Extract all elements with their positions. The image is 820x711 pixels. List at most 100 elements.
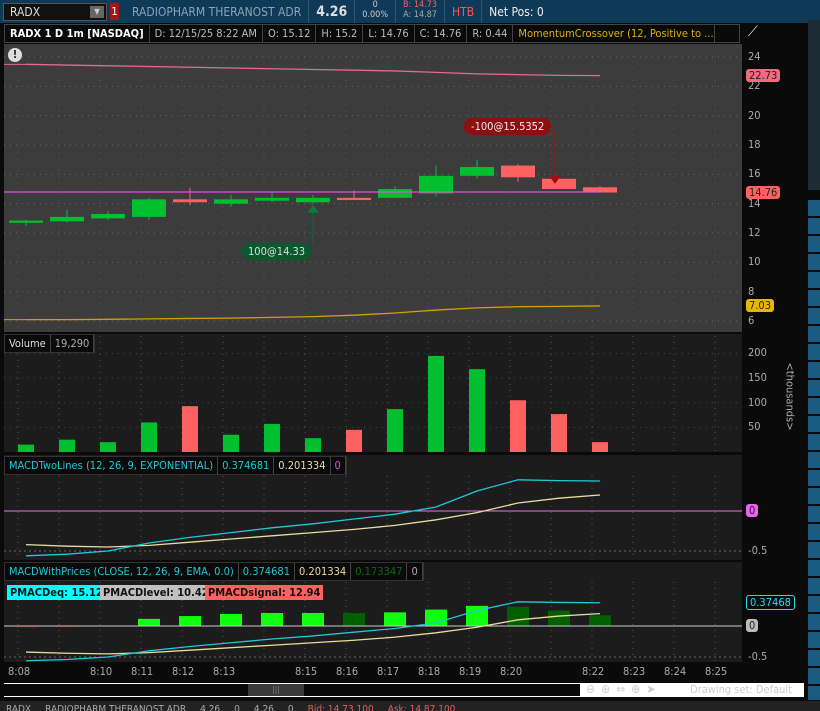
candle [255, 197, 289, 201]
histogram-bar [302, 612, 324, 626]
time-axis[interactable]: 8:08 8:10 8:11 8:12 8:13 8:15 8:16 8:17 8:18 8:19… [4, 662, 744, 682]
macd2-zero-badge: 0 [746, 619, 759, 632]
volume-value: 19,290 [51, 335, 95, 352]
volume-bar [592, 442, 608, 452]
price-tick: 8 [748, 284, 755, 298]
pmacdlevel-label: PMACDlevel: 10.42 [100, 585, 212, 600]
volume-bar [141, 422, 157, 452]
time-tick: 8:18 [418, 665, 441, 678]
time-tick: 8:16 [336, 665, 359, 678]
macd1-signal-value: 0.201334 [274, 457, 331, 474]
drawing-set[interactable]: Drawing set: Default [690, 683, 792, 696]
candle [378, 189, 412, 198]
price-badge: 7.03 [746, 298, 775, 312]
histogram-bar [261, 612, 283, 626]
price-badge: 14.76 [746, 185, 781, 199]
macd2-value-badge: 0.37468 [746, 595, 795, 610]
side-panel-edge [808, 20, 820, 700]
macd2-signal-value: 0.201334 [295, 563, 352, 580]
macd1-tick: -0.5 [748, 544, 768, 557]
candle [501, 165, 535, 178]
bottom-last: 4.26 [200, 704, 221, 711]
time-tick: 8:23 [623, 665, 646, 678]
volume-label: Volume [5, 335, 51, 352]
histogram-bar [138, 618, 160, 626]
volume-bar [182, 406, 198, 452]
bottom-change-2: 0 [287, 704, 294, 711]
volume-tick: 100 [748, 395, 767, 409]
buy-order-label[interactable]: 100@14.33 [242, 243, 312, 260]
time-tick: 8:25 [705, 665, 728, 678]
volume-bar [469, 369, 485, 452]
candle [91, 213, 125, 219]
bottom-change: 0 [234, 704, 240, 711]
macd1-header: MACDTwoLines (12, 26, 9, EXPONENTIAL) 0.3… [4, 456, 347, 475]
candle [419, 175, 453, 194]
candle [337, 197, 371, 201]
pmacdeq-label: PMACDeq: 15.12 [7, 585, 106, 600]
price-tick: 12 [748, 226, 761, 240]
price-tick: 20 [748, 108, 761, 122]
macd2-header: MACDWithPrices (CLOSE, 12, 26, 9, EMA, 0… [4, 562, 424, 581]
scroll-thumb[interactable]: ||| [248, 684, 304, 696]
zoom-in-icon[interactable]: ⊕ [601, 682, 610, 696]
pmacdsignal-label: PMACDsignal: 12.94 [205, 585, 324, 600]
candle [50, 216, 84, 222]
histogram-bar [220, 613, 242, 626]
histogram-bar [589, 615, 611, 626]
crosshair-icon[interactable]: ⊕ [631, 682, 640, 696]
volume-tick: 50 [748, 420, 761, 434]
time-tick: 8:17 [377, 665, 400, 678]
macd2-diff-value: 0.173347 [351, 563, 408, 580]
bottom-bid: Bid: 14.73 100 [307, 704, 374, 711]
bottom-ask: Ask: 14.87 100 [387, 704, 456, 711]
candle [214, 199, 248, 204]
price-badge: 22.73 [746, 68, 781, 82]
volume-bar [305, 438, 321, 452]
chart-footer: ||| ⊖ ⊕ ⇔ ⊕ ➤ Drawing set: Default [4, 682, 804, 697]
time-tick: 8:12 [172, 665, 195, 678]
chart-canvas[interactable] [0, 0, 820, 711]
bottom-company: RADIOPHARM THERANOST ADR [45, 704, 187, 711]
volume-bar [100, 442, 116, 452]
time-tick: 8:10 [90, 665, 113, 678]
zoom-out-icon[interactable]: ⊖ [586, 682, 595, 696]
macd2-value: 0.374681 [239, 563, 295, 580]
macd2-title: MACDWithPrices (CLOSE, 12, 26, 9, EMA, 0… [5, 563, 239, 580]
pan-icon[interactable]: ⇔ [616, 682, 625, 696]
macd1-zero-badge: 0 [746, 504, 759, 517]
time-tick: 8:13 [213, 665, 236, 678]
histogram-bar [179, 616, 201, 626]
volume-bar [264, 423, 280, 452]
candle [132, 199, 166, 217]
volume-bar [59, 439, 75, 452]
candle [9, 220, 43, 223]
volume-bar [223, 434, 239, 452]
price-tick: 6 [748, 314, 755, 328]
candle [296, 197, 330, 203]
histogram-bar [507, 606, 529, 626]
sell-order-label[interactable]: -100@15.5352 [464, 118, 552, 135]
histogram-bar [343, 612, 365, 626]
price-tick: 16 [748, 167, 761, 181]
price-pane [4, 44, 742, 332]
time-tick: 8:11 [131, 665, 154, 678]
volume-tick: 200 [748, 346, 767, 360]
candle [542, 178, 576, 190]
volume-bar [428, 355, 444, 452]
price-tick: 24 [748, 50, 761, 63]
bottom-last-2: 4.26 [253, 704, 274, 711]
candle [173, 199, 207, 203]
cursor-icon[interactable]: ➤ [646, 682, 655, 696]
time-tick: 8:24 [664, 665, 687, 678]
candle [460, 167, 494, 176]
volume-bar [387, 409, 403, 452]
price-tick: 10 [748, 255, 761, 269]
time-tick: 8:19 [459, 665, 482, 678]
volume-bar [510, 400, 526, 452]
alert-icon[interactable]: ! [8, 48, 22, 62]
volume-bar [551, 414, 567, 452]
horizontal-scrollbar[interactable]: ||| [4, 684, 580, 696]
volume-bar [346, 429, 362, 452]
volume-pane [4, 334, 742, 452]
